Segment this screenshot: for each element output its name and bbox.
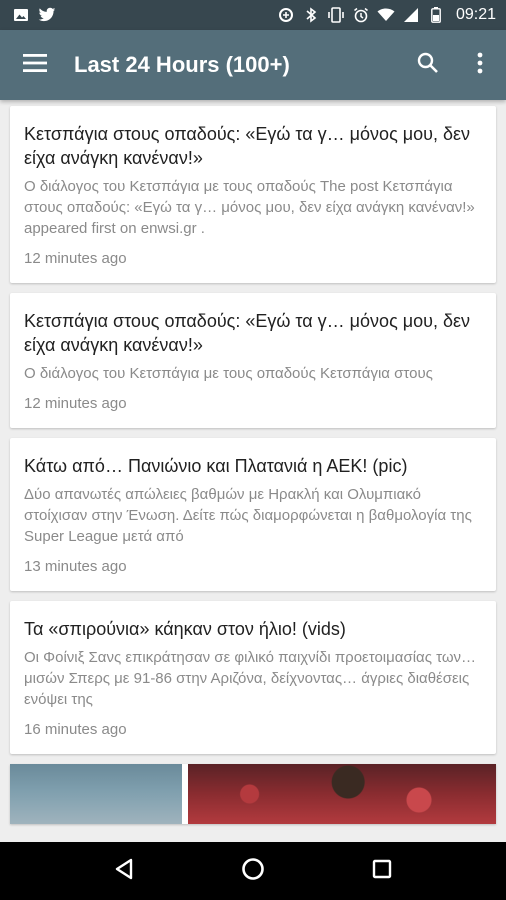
image-icon — [12, 6, 30, 24]
status-right: 09:21 — [277, 6, 496, 24]
news-title: Τα «σπιρούνια» κάηκαν στον ήλιο! (vids) — [24, 619, 346, 639]
news-timestamp: 16 minutes ago — [24, 721, 127, 738]
menu-button[interactable] — [0, 30, 70, 100]
news-title: Κετσπάγια στους οπαδούς: «Εγώ τα γ… μόνο… — [24, 124, 471, 168]
back-button[interactable] — [94, 842, 154, 900]
wifi-icon — [377, 6, 395, 24]
news-card[interactable]: Τα «σπιρούνια» κάηκαν στον ήλιο! (vids) … — [10, 601, 496, 754]
news-card[interactable]: Κετσπάγια στους οπαδούς: «Εγώ τα γ… μόνο… — [10, 106, 496, 283]
news-title: Κετσπάγια στους οπαδούς: «Εγώ τα γ… μόνο… — [24, 311, 471, 355]
news-summary: Δύο απανωτές απώλειες βαθμών με Ηρακλή κ… — [24, 486, 472, 545]
home-button[interactable] — [223, 842, 283, 900]
system-nav-bar — [0, 842, 506, 900]
vibrate-icon — [327, 6, 345, 24]
news-title: Κάτω από… Πανιώνιο και Πλατανιά η ΑΕΚ! (… — [24, 456, 408, 476]
recents-button[interactable] — [352, 842, 412, 900]
bluetooth-icon — [302, 6, 320, 24]
news-card[interactable]: Κετσπάγια στους οπαδούς: «Εγώ τα γ… μόνο… — [10, 293, 496, 428]
page-title: Last 24 Hours (100+) — [74, 52, 290, 77]
news-summary: Ο διάλογος του Κετσπάγια με τους οπαδούς… — [24, 365, 433, 382]
news-image-right — [188, 764, 496, 824]
alarm-icon — [352, 6, 370, 24]
battery-icon — [427, 6, 445, 24]
news-image-left — [10, 764, 182, 824]
search-icon — [417, 52, 439, 79]
news-timestamp: 12 minutes ago — [24, 250, 127, 267]
recents-square-icon — [372, 859, 392, 884]
news-image-card[interactable] — [10, 764, 496, 824]
hamburger-menu-icon — [23, 53, 47, 77]
status-left — [12, 6, 56, 24]
status-time: 09:21 — [455, 6, 496, 23]
news-card[interactable]: Κάτω από… Πανιώνιο και Πλατανιά η ΑΕΚ! (… — [10, 438, 496, 591]
app-bar: Last 24 Hours (100+) — [0, 30, 506, 100]
twitter-icon — [38, 6, 56, 24]
signal-icon — [402, 6, 420, 24]
news-timestamp: 12 minutes ago — [24, 395, 127, 412]
more-options-button[interactable] — [454, 30, 506, 100]
back-triangle-icon — [114, 858, 134, 885]
more-vert-icon — [477, 52, 483, 79]
news-summary: Οι Φοίνιξ Σανς επικράτησαν σε φιλικό παι… — [24, 649, 477, 708]
news-feed: Κετσπάγια στους οπαδούς: «Εγώ τα γ… μόνο… — [0, 100, 506, 842]
home-circle-icon — [241, 857, 265, 886]
search-button[interactable] — [402, 30, 454, 100]
status-bar: 09:21 — [0, 0, 506, 30]
news-timestamp: 13 minutes ago — [24, 558, 127, 575]
news-summary: Ο διάλογος του Κετσπάγια με τους οπαδούς… — [24, 178, 475, 237]
data-saver-icon — [277, 6, 295, 24]
